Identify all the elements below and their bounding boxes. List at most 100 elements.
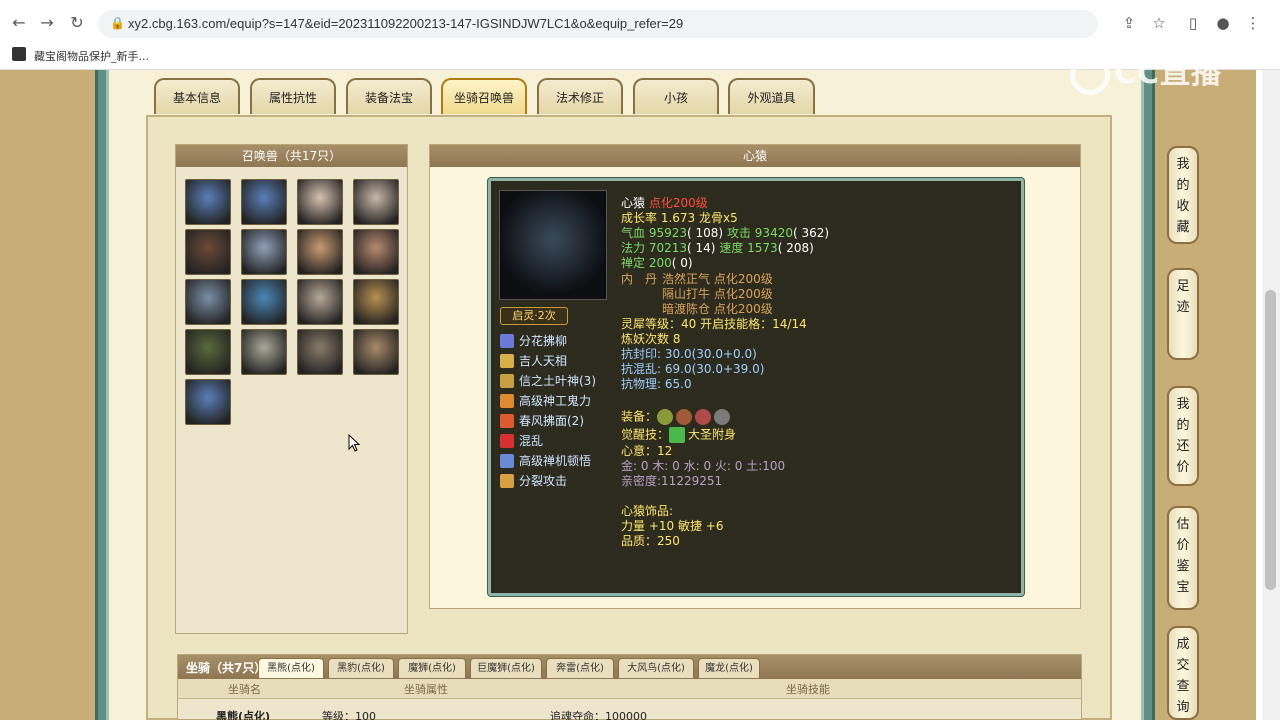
side-tab-char: 询 <box>1176 700 1190 715</box>
skill-name: 信之土叶神(3) <box>519 374 596 388</box>
qiling-badge: 启灵·2次 <box>500 307 568 325</box>
bookmark-star-icon[interactable]: ☆ <box>1150 14 1168 32</box>
back-icon[interactable]: ← <box>10 14 28 32</box>
ornament-quality: 品质：250 <box>621 534 680 548</box>
pet-thumbnail[interactable] <box>185 229 231 275</box>
side-tab-char: 价 <box>1176 460 1190 475</box>
skill-item: 信之土叶神(3) <box>500 372 596 390</box>
pet-thumbnail[interactable] <box>353 279 399 325</box>
pet-equip-icon[interactable] <box>695 409 712 425</box>
pet-thumbnail[interactable] <box>297 229 343 275</box>
tab-2[interactable]: 装备法宝 <box>346 78 432 114</box>
side-tab-char: 鉴 <box>1176 559 1190 574</box>
neidan-3: 暗渡陈仓 点化200级 <box>662 302 773 316</box>
mount-tab[interactable]: 黑熊(点化) <box>258 658 324 678</box>
pet-thumbnail[interactable] <box>297 179 343 225</box>
bookmark-item[interactable]: 藏宝阁物品保护_新手... <box>34 48 149 64</box>
pet-thumbnail[interactable] <box>185 279 231 325</box>
scrollbar-thumb[interactable] <box>1265 290 1276 590</box>
skill-icon <box>500 373 514 388</box>
skill-name: 高级神工鬼力 <box>519 394 592 408</box>
tab-4[interactable]: 法术修正 <box>537 78 623 114</box>
pet-thumbnail[interactable] <box>241 329 287 375</box>
side-tab-3[interactable]: 估价鉴宝 <box>1167 506 1199 610</box>
skill-name: 高级禅机顿悟 <box>519 454 592 468</box>
sidepanel-icon[interactable]: ▯ <box>1184 14 1202 32</box>
resist-physical: 抗物理: 65.0 <box>621 377 692 391</box>
ornament-label: 心猿饰品: <box>621 504 674 518</box>
side-tab-0[interactable]: 我的收藏 <box>1167 146 1199 244</box>
pet-equip-icon[interactable] <box>657 409 674 425</box>
side-tab-char: 我 <box>1176 157 1190 172</box>
skill-item: 分花拂柳 <box>500 332 567 350</box>
lianyao-line: 炼妖次数 8 <box>621 332 681 346</box>
mount-tab[interactable]: 魔龙(点化) <box>698 658 760 678</box>
side-tab-char: 我 <box>1176 397 1190 412</box>
skill-item: 高级禅机顿悟 <box>500 452 591 470</box>
skill-item: 春风拂面(2) <box>500 412 584 430</box>
resist-seal: 抗封印: 30.0(30.0+0.0) <box>621 347 757 361</box>
pet-thumbnail[interactable] <box>353 179 399 225</box>
pet-thumbnail[interactable] <box>241 279 287 325</box>
pets-header: 召唤兽（共17只） <box>176 145 407 167</box>
skill-name: 分裂攻击 <box>519 474 568 488</box>
mount-tab[interactable]: 大风鸟(点化) <box>618 658 694 678</box>
skill-icon <box>500 433 514 448</box>
detail-header: 心猿 <box>430 145 1080 167</box>
skill-icon <box>500 453 514 468</box>
pet-thumbnail[interactable] <box>185 179 231 225</box>
side-tab-1[interactable]: 足迹 <box>1167 268 1199 360</box>
tab-5[interactable]: 小孩 <box>633 78 719 114</box>
mount-tab[interactable]: 巨魔狮(点化) <box>470 658 542 678</box>
pet-thumbnail[interactable] <box>353 329 399 375</box>
side-tab-char: 藏 <box>1176 220 1190 235</box>
menu-icon[interactable]: ⋮ <box>1244 14 1262 32</box>
mount-row-name: 黑熊(点化) <box>216 710 271 720</box>
side-tab-char: 估 <box>1176 517 1190 532</box>
neidan-2: 隔山打牛 点化200级 <box>662 287 773 301</box>
address-bar[interactable]: 🔒 xy2.cbg.163.com/equip?s=147&eid=202311… <box>98 10 1098 38</box>
side-tab-char: 的 <box>1176 418 1190 433</box>
pet-equip-icon[interactable] <box>676 409 693 425</box>
reload-icon[interactable]: ↻ <box>68 14 86 32</box>
mount-tab[interactable]: 黑豹(点化) <box>328 658 394 678</box>
tab-3[interactable]: 坐骑召唤兽 <box>441 78 527 114</box>
skill-icon <box>500 333 514 348</box>
forward-icon[interactable]: → <box>38 14 56 32</box>
tab-1[interactable]: 属性抗性 <box>250 78 336 114</box>
pet-equip-icon[interactable] <box>714 409 731 425</box>
side-tab-char: 查 <box>1176 679 1190 694</box>
side-tab-2[interactable]: 我的还价 <box>1167 386 1199 486</box>
share-icon[interactable]: ⇪ <box>1120 14 1138 32</box>
pet-thumbnail[interactable] <box>353 229 399 275</box>
side-tab-char: 宝 <box>1176 580 1190 595</box>
mount-tab[interactable]: 奔雷(点化) <box>546 658 614 678</box>
pet-thumbnail[interactable] <box>241 229 287 275</box>
calm-line: 禅定 200( 0) <box>621 256 693 270</box>
mount-tab[interactable]: 魔狮(点化) <box>398 658 466 678</box>
side-tab-4[interactable]: 成交查询 <box>1167 626 1199 720</box>
pet-thumbnail[interactable] <box>185 379 231 425</box>
address-row: ← → ↻ 🔒 xy2.cbg.163.com/equip?s=147&eid=… <box>0 6 1280 40</box>
logo-ring-icon <box>1070 54 1110 95</box>
profile-icon[interactable]: ● <box>1214 14 1232 32</box>
left-frame-border <box>95 70 109 720</box>
pet-thumbnail[interactable] <box>297 329 343 375</box>
pet-thumbnail[interactable] <box>241 179 287 225</box>
mount-title: 坐骑（共7只） <box>186 661 267 675</box>
side-tab-char: 交 <box>1176 658 1190 673</box>
side-tab-char: 成 <box>1176 637 1190 652</box>
col-mount-name: 坐骑名 <box>228 683 261 696</box>
pet-thumbnail[interactable] <box>185 329 231 375</box>
skill-item: 吉人天相 <box>500 352 567 370</box>
url-text[interactable]: xy2.cbg.163.com/equip?s=147&eid=20231109… <box>128 16 683 31</box>
col-mount-attr: 坐骑属性 <box>404 683 448 696</box>
mount-row-attr: 等级：100 <box>322 710 376 720</box>
side-tab-char: 迹 <box>1176 300 1190 315</box>
equip-line: 装备： <box>621 409 733 425</box>
tab-0[interactable]: 基本信息 <box>154 78 240 114</box>
pet-name: 心猿 <box>621 196 646 210</box>
side-tab-char: 收 <box>1176 199 1190 214</box>
tab-6[interactable]: 外观道具 <box>728 78 815 114</box>
pet-thumbnail[interactable] <box>297 279 343 325</box>
